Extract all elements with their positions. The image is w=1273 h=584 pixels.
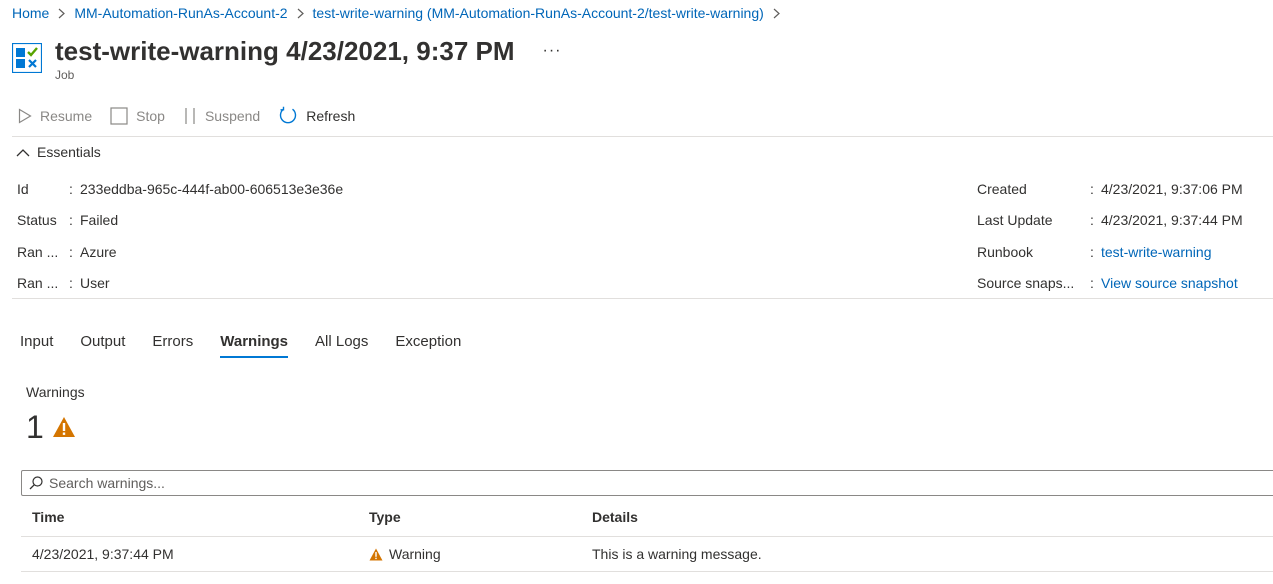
runbook-link[interactable]: test-write-warning [1101, 244, 1211, 260]
stop-label: Stop [136, 108, 165, 124]
page-title: test-write-warning 4/23/2021, 9:37 PM [55, 36, 515, 66]
breadcrumb-runbook[interactable]: test-write-warning (MM-Automation-RunAs-… [313, 5, 764, 21]
warnings-count: 1 [26, 409, 76, 445]
essentials-row-source-snapshot: Source snaps... : View source snapshot [977, 275, 1238, 291]
essentials-label: Status [17, 212, 57, 228]
page-header: test-write-warning 4/23/2021, 9:37 PM ··… [11, 36, 562, 82]
column-header-time[interactable]: Time [32, 509, 64, 525]
cell-type: Warning [369, 546, 441, 562]
essentials-row-runbook: Runbook : test-write-warning [977, 244, 1212, 260]
essentials-label: Created [977, 181, 1027, 197]
essentials-label: Last Update [977, 212, 1053, 228]
essentials-row-id: Id : 233eddba-965c-444f-ab00-606513e3e36… [17, 181, 344, 197]
essentials-label: Ran ... [17, 275, 59, 291]
search-box [21, 470, 1273, 496]
essentials-heading: Essentials [37, 144, 101, 160]
chevron-right-icon [297, 8, 304, 19]
warnings-summary-label: Warnings [26, 384, 85, 400]
essentials-value: 4/23/2021, 9:37:44 PM [1101, 212, 1243, 228]
column-header-details[interactable]: Details [592, 509, 638, 525]
essentials-label: Source snaps... [977, 275, 1075, 291]
tab-input[interactable]: Input [20, 333, 53, 358]
view-source-snapshot-link[interactable]: View source snapshot [1101, 275, 1238, 291]
stop-button[interactable]: Stop [110, 107, 165, 125]
pause-icon [183, 107, 197, 125]
tab-all-logs[interactable]: All Logs [315, 333, 368, 358]
essentials-label: Ran ... [17, 244, 59, 260]
play-icon [18, 108, 32, 124]
tab-bar: Input Output Errors Warnings All Logs Ex… [20, 333, 488, 358]
essentials-value: Failed [80, 212, 119, 228]
refresh-label: Refresh [306, 108, 356, 124]
essentials-row-last-update: Last Update : 4/23/2021, 9:37:44 PM [977, 212, 1243, 228]
more-options-button[interactable]: ··· [543, 36, 562, 66]
column-header-type[interactable]: Type [369, 509, 401, 525]
essentials-value: Azure [80, 244, 117, 260]
breadcrumb-automation-account[interactable]: MM-Automation-RunAs-Account-2 [74, 5, 287, 21]
tab-output[interactable]: Output [80, 333, 125, 358]
essentials-label: Runbook [977, 244, 1034, 260]
essentials-row-ran-on: Ran ... : Azure [17, 244, 117, 260]
tab-warnings[interactable]: Warnings [220, 333, 288, 358]
tab-errors[interactable]: Errors [152, 333, 193, 358]
resume-button[interactable]: Resume [18, 108, 92, 124]
tab-exception[interactable]: Exception [395, 333, 461, 358]
refresh-icon [278, 106, 298, 126]
divider [12, 136, 1273, 137]
chevron-right-icon [58, 8, 66, 19]
suspend-button[interactable]: Suspend [183, 107, 260, 125]
page-subtitle: Job [55, 68, 75, 82]
warning-icon [52, 416, 76, 438]
divider [12, 298, 1273, 299]
refresh-button[interactable]: Refresh [278, 106, 355, 126]
breadcrumb: Home MM-Automation-RunAs-Account-2 test-… [12, 5, 789, 21]
suspend-label: Suspend [204, 108, 261, 124]
toolbar: Resume Stop Suspend Refresh [18, 104, 373, 128]
divider [21, 536, 1273, 537]
chevron-up-icon [16, 148, 30, 157]
essentials-toggle[interactable]: Essentials [16, 144, 101, 160]
essentials-row-ran-as: Ran ... : User [17, 275, 110, 291]
essentials-value: 233eddba-965c-444f-ab00-606513e3e36e [80, 181, 344, 197]
divider [21, 571, 1273, 572]
search-warnings-input[interactable] [49, 475, 649, 491]
chevron-right-icon [773, 8, 780, 19]
search-icon [29, 476, 43, 490]
warning-icon [369, 548, 383, 561]
cell-time: 4/23/2021, 9:37:44 PM [32, 546, 174, 562]
resume-label: Resume [40, 108, 93, 124]
essentials-row-status: Status : Failed [17, 212, 119, 228]
warnings-count-value: 1 [26, 409, 44, 445]
stop-icon [110, 107, 128, 125]
essentials-value: 4/23/2021, 9:37:06 PM [1101, 181, 1243, 197]
essentials-label: Id [17, 181, 29, 197]
essentials-row-created: Created : 4/23/2021, 9:37:06 PM [977, 181, 1243, 197]
job-icon [11, 42, 43, 74]
essentials-value: User [80, 275, 110, 291]
cell-type-label: Warning [389, 546, 441, 562]
breadcrumb-home[interactable]: Home [12, 5, 49, 21]
cell-details: This is a warning message. [592, 546, 762, 562]
